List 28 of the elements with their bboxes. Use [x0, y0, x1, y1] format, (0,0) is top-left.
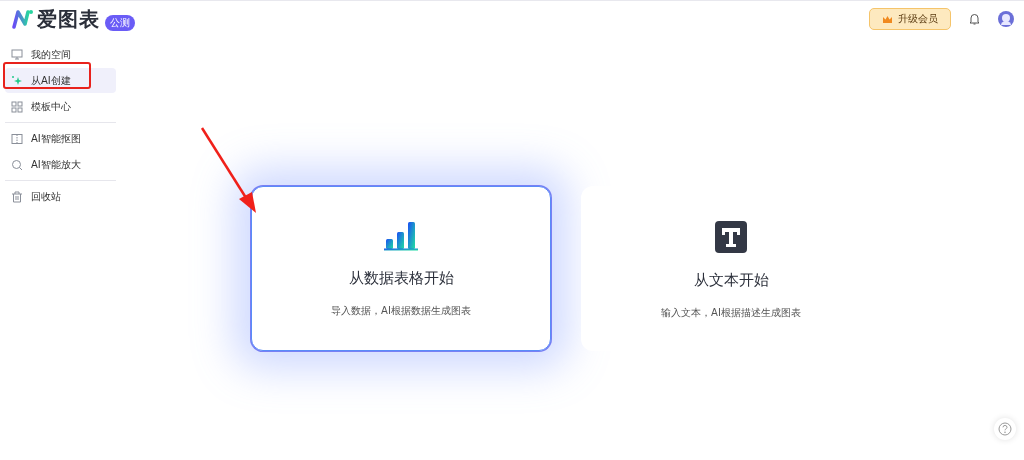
text-icon [715, 221, 747, 253]
card-title: 从数据表格开始 [348, 269, 454, 288]
logo-icon [12, 9, 34, 29]
sidebar-item[interactable]: 我的空间 [5, 42, 116, 67]
sidebar-item[interactable]: 从AI创建 [5, 68, 116, 93]
sidebar-item[interactable]: 回收站 [5, 184, 116, 209]
sparkle-icon [11, 74, 23, 87]
card-description: 输入文本，AI根据描述生成图表 [661, 306, 801, 320]
grid-icon [11, 100, 23, 113]
logo-text: 爱图表 [37, 5, 100, 33]
card-description: 导入数据，AI根据数据生成图表 [331, 304, 471, 318]
card-title: 从文本开始 [693, 271, 769, 290]
sidebar-item[interactable]: AI智能放大 [5, 152, 116, 177]
monitor-icon [11, 49, 23, 60]
avatar-icon[interactable] [998, 11, 1014, 27]
cutout-icon [11, 132, 23, 145]
start-option-card[interactable]: 从数据表格开始 导入数据，AI根据数据生成图表 [251, 186, 551, 351]
help-icon [998, 422, 1012, 436]
bar-chart-icon [384, 221, 418, 251]
sidebar-item[interactable]: 模板中心 [5, 94, 116, 119]
magnifier-icon [11, 158, 23, 171]
upgrade-button[interactable]: 升级会员 [869, 8, 951, 30]
crown-icon [882, 14, 893, 24]
sidebar-item[interactable]: AI智能抠图 [5, 126, 116, 151]
help-button[interactable] [994, 418, 1016, 440]
trash-icon [11, 190, 23, 203]
beta-badge: 公测 [105, 15, 135, 31]
bell-icon[interactable] [969, 13, 980, 25]
